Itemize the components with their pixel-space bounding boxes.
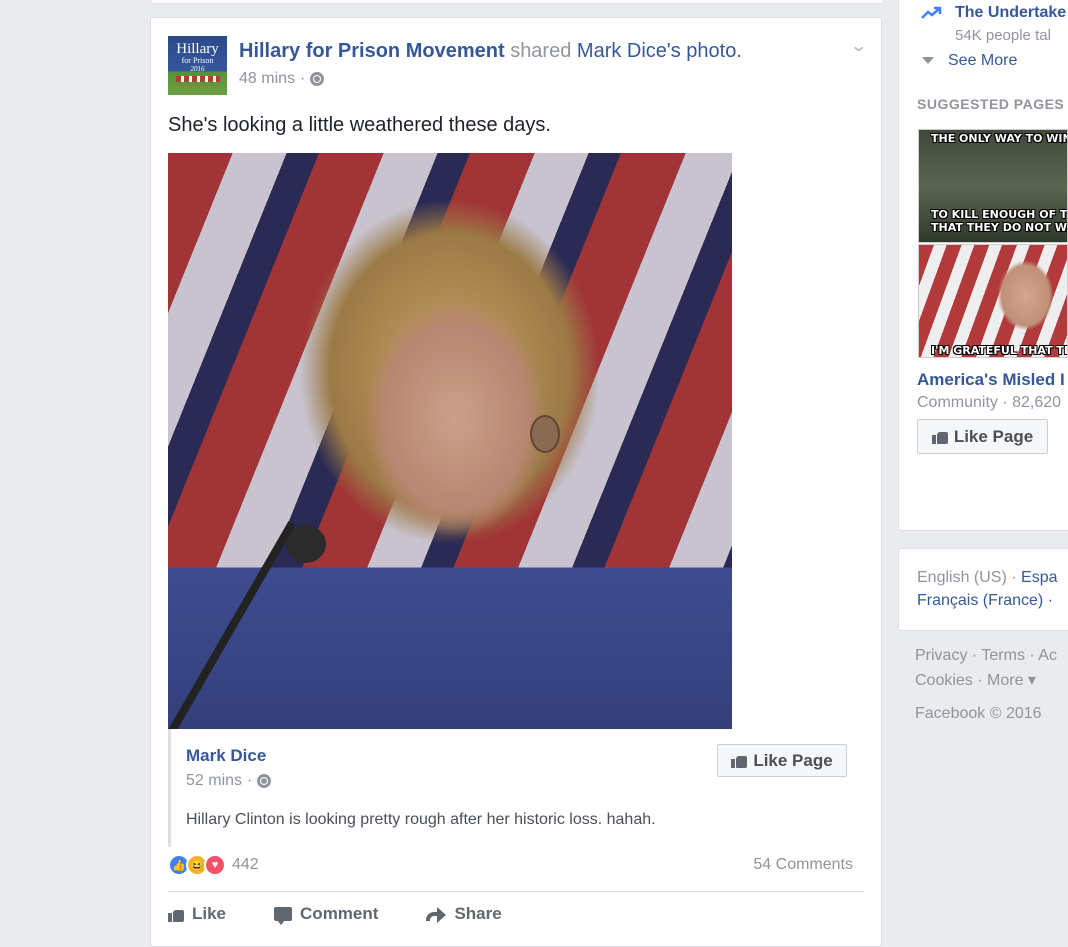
like-button[interactable]: Like bbox=[168, 904, 226, 924]
microphone-stand bbox=[168, 521, 296, 729]
comment-label: Comment bbox=[300, 904, 379, 923]
meme-bottom-text-2: THAT THEY DO NOT WANT T bbox=[931, 221, 1067, 234]
footer-links-line-2[interactable]: Cookies · More ▾ bbox=[915, 670, 1036, 690]
globe-icon[interactable] bbox=[257, 774, 272, 788]
previous-post-card-edge bbox=[150, 0, 884, 4]
suggested-page-image-2[interactable]: I'M GRATEFUL THAT TH bbox=[918, 244, 1068, 358]
news-feed-post: Hillary for Prison 2016 Hillary for Pris… bbox=[150, 17, 882, 947]
share-arrow-icon bbox=[426, 907, 447, 923]
avatar-flag-stripe bbox=[175, 76, 220, 82]
sidebar-card-languages bbox=[898, 548, 1068, 631]
like-label: Like bbox=[192, 904, 227, 923]
reaction-count: 442 bbox=[232, 856, 259, 873]
meta-separator: · bbox=[300, 70, 306, 87]
trending-topic-link[interactable]: The Undertake bbox=[955, 4, 1066, 22]
page-avatar[interactable]: Hillary for Prison 2016 bbox=[168, 36, 227, 95]
shared-suffix-link[interactable]: 's photo. bbox=[667, 40, 742, 62]
meme-bottom-text: I'M GRATEFUL THAT TH bbox=[931, 344, 1068, 357]
language-current: English (US) bbox=[917, 569, 1007, 586]
thumbs-up-icon bbox=[931, 429, 948, 444]
language-separator: · bbox=[1006, 569, 1022, 586]
language-espanol-link[interactable]: Espa bbox=[1021, 569, 1057, 586]
shared-word: shared bbox=[510, 40, 572, 62]
like-page-label: Like Page bbox=[753, 750, 833, 770]
post-text: She's looking a little weathered these d… bbox=[168, 114, 551, 136]
thumbs-up-icon bbox=[731, 753, 748, 768]
love-reaction-icon: ♥ bbox=[204, 854, 226, 876]
page-name-link[interactable]: Hillary for Prison Movement bbox=[239, 40, 505, 62]
post-meta: 48 mins · bbox=[239, 70, 325, 88]
shared-author-link[interactable]: Mark Dice bbox=[186, 746, 266, 766]
meta-separator: · bbox=[247, 772, 253, 789]
comment-bubble-icon bbox=[274, 907, 293, 925]
post-photo[interactable] bbox=[168, 153, 732, 729]
avatar-text-line3: 2016 bbox=[190, 65, 205, 73]
like-page-button[interactable]: Like Page bbox=[717, 744, 847, 777]
see-more-label: See More bbox=[948, 52, 1018, 69]
globe-icon[interactable] bbox=[310, 72, 325, 86]
sidebar-like-page-button[interactable]: Like Page bbox=[917, 419, 1048, 454]
share-label: Share bbox=[454, 904, 502, 923]
suggested-page-image-1[interactable]: THE ONLY WAY TO WIN A TO KILL ENOUGH OF … bbox=[918, 129, 1068, 243]
trending-arrow-icon bbox=[921, 6, 942, 19]
post-timestamp[interactable]: 48 mins bbox=[239, 70, 295, 88]
meme-top-text: THE ONLY WAY TO WIN A bbox=[931, 132, 1067, 145]
share-button[interactable]: Share bbox=[426, 904, 502, 924]
sidebar-like-page-label: Like Page bbox=[953, 426, 1034, 446]
post-header: Hillary for Prison Movement shared Mark … bbox=[239, 40, 742, 63]
suggested-page-category: Community · 82,620 bbox=[917, 394, 1062, 411]
triangle-down-icon bbox=[922, 57, 934, 65]
trending-topic-subtitle: 54K people tal bbox=[955, 27, 1051, 44]
shared-attribution: Mark Dice 52 mins · Hillary Clinton is l… bbox=[168, 729, 864, 847]
thumbs-up-icon bbox=[168, 907, 184, 922]
meme-bottom-text-1: TO KILL ENOUGH OF THE bbox=[931, 208, 1068, 221]
copyright-text: Facebook © 2016 bbox=[915, 705, 1042, 722]
suggested-page-name-link[interactable]: America's Misled I bbox=[917, 370, 1065, 390]
language-line-1: English (US) · Espa bbox=[917, 569, 1058, 587]
shared-owner-link[interactable]: Mark Dice bbox=[577, 40, 667, 62]
post-actions: Like Comment Share bbox=[168, 904, 550, 925]
comment-button[interactable]: Comment bbox=[274, 904, 379, 925]
language-francais-link[interactable]: Français (France) · bbox=[917, 592, 1053, 610]
avatar-text-line2: for Prison bbox=[181, 56, 214, 65]
see-more-link[interactable]: See More bbox=[922, 52, 1017, 70]
suggested-pages-heading: SUGGESTED PAGES bbox=[917, 96, 1065, 112]
reactions-summary[interactable]: 👍 😆 ♥ 442 bbox=[168, 854, 259, 876]
shared-caption: Hillary Clinton is looking pretty rough … bbox=[186, 811, 656, 828]
comments-count-link[interactable]: 54 Comments bbox=[753, 856, 853, 874]
chevron-down-icon[interactable]: ⌄ bbox=[849, 36, 868, 56]
earring bbox=[530, 415, 560, 453]
shared-timestamp[interactable]: 52 mins bbox=[186, 772, 242, 790]
shared-meta: 52 mins · bbox=[186, 772, 272, 790]
actions-divider bbox=[168, 891, 864, 892]
avatar-text-line1: Hillary bbox=[176, 41, 219, 57]
footer-links-line-1[interactable]: Privacy · Terms · Ac bbox=[915, 647, 1057, 665]
